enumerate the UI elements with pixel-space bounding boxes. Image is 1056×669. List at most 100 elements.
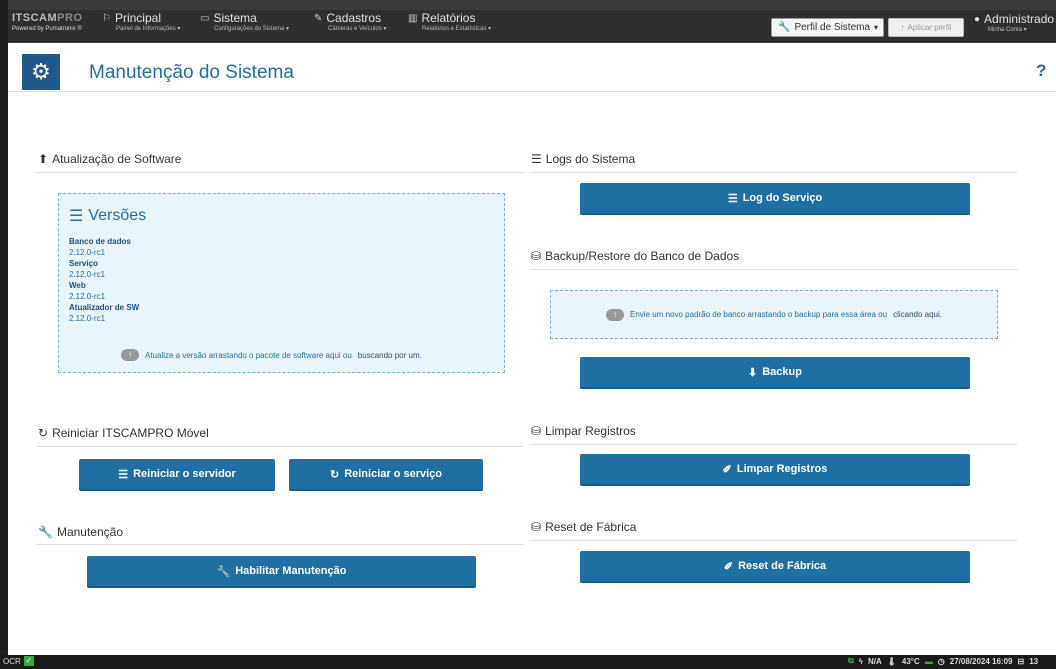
apply-profile-button[interactable]: ↑ Aplicar perfil [888, 18, 964, 37]
wrench-icon: 🔧 [38, 525, 53, 539]
enable-maintenance-label: Habilitar Manutenção [235, 565, 347, 577]
software-update-title-text: Atualização de Software [52, 152, 182, 166]
backup-title: ⛁ Backup/Restore do Banco de Dados [531, 249, 739, 263]
software-update-title: ⬆ Atualização de Software [38, 152, 181, 166]
cloud-upload-icon: ↑ [121, 349, 139, 361]
maintenance-title: 🔧 Manutenção [38, 525, 123, 539]
hdd-icon: ⊟ [1017, 656, 1025, 666]
storage-icon: ▬ [924, 656, 933, 666]
clear-records-button[interactable]: ✐ Limpar Registros [580, 454, 970, 486]
versions-list: Banco de dados 2.12.0-rc1 Serviço 2.12.0… [69, 236, 139, 324]
page-header: ⚙ Manutenção do Sistema ? [8, 43, 1056, 92]
list-icon: ☰ [727, 192, 738, 205]
maintenance-title-text: Manutenção [56, 525, 123, 539]
nav-relatorios[interactable]: ▥ Relatórios Relatórios e Estatísticas ▾ [408, 12, 491, 33]
backup-dropzone[interactable]: ↑ Envie um novo padrão de banco arrastan… [550, 290, 998, 339]
factory-reset-label: Reset de Fábrica [738, 560, 827, 572]
backup-drop-text: Envie um novo padrão de banco arrastando… [630, 310, 888, 319]
temperature: 43°C [901, 656, 920, 666]
refresh-icon: ↻ [329, 468, 340, 481]
nav-sistema[interactable]: ▭ Sistema Configurações do Sistema ▾ [200, 12, 289, 33]
clear-title: ⛁ Limpar Registros [531, 424, 636, 438]
check-icon: ✓ [23, 656, 34, 666]
nav-sistema-sub: Configurações do Sistema ▾ [214, 26, 290, 32]
restart-service-label: Reiniciar o serviço [344, 468, 443, 480]
admin-menu[interactable]: ● Administrado Minha Conta ▾ [974, 12, 1054, 33]
bar-chart-icon: ▥ [408, 13, 418, 24]
list-icon: ☰ [531, 152, 542, 166]
backup-button[interactable]: ⬇ Backup [580, 357, 970, 389]
wrench-icon: 🔧 [216, 565, 231, 578]
refresh-icon: ↻ [38, 426, 49, 440]
version-value: 2.12.0-rc1 [69, 270, 106, 279]
version-value: 2.12.0-rc1 [69, 314, 106, 323]
left-edge [0, 0, 8, 669]
user-icon: ● [974, 13, 981, 25]
arrow-up-icon: ↑ [900, 23, 905, 32]
versions-dropzone[interactable]: ☰ Versões Banco de dados 2.12.0-rc1 Serv… [58, 193, 505, 373]
nav-cadastros[interactable]: ✎ Cadastros Câmeras e Veículos ▾ [314, 12, 386, 33]
status-right: ⧉ ϟ N/A 🌡 43°C ▬ ◷ 27/08/2024 16:09 ⊟ 13 [848, 656, 1038, 666]
eraser-icon: ✐ [722, 463, 732, 476]
admin-label: Administrado [984, 12, 1055, 26]
nav-sistema-label: Sistema [213, 11, 257, 25]
enable-maintenance-button[interactable]: 🔧 Habilitar Manutenção [87, 556, 476, 588]
app-logo[interactable]: ITSCAMPRO Powered by Pumatronix ® [12, 12, 92, 40]
logs-title: ☰ Logs do Sistema [531, 152, 635, 166]
divider [36, 544, 524, 545]
divider [530, 540, 1018, 541]
profile-select[interactable]: 🔧 Perfil de Sistema ▾ [771, 18, 884, 37]
version-key: Banco de dados [69, 237, 131, 246]
flag-icon: ⚐ [102, 13, 111, 24]
apply-profile-label: Aplicar perfil [907, 23, 952, 32]
database-icon: ⛁ [531, 249, 542, 263]
upload-text: Atualize a versão arrastando o pacote de… [145, 350, 352, 360]
version-value: 2.12.0-rc1 [69, 292, 106, 301]
backup-label: Backup [762, 366, 802, 378]
service-log-button[interactable]: ☰ Log do Serviço [580, 183, 970, 215]
logs-title-text: Logs do Sistema [545, 152, 636, 166]
backup-click-link[interactable]: clicando aqui. [893, 310, 942, 319]
edit-icon: ✎ [314, 13, 323, 24]
versions-header: ☰ Versões [69, 206, 146, 226]
monitor-icon: ▭ [200, 13, 210, 24]
thermometer-icon: 🌡 [886, 656, 897, 666]
list-icon: ☰ [69, 208, 84, 225]
network-icon: ⧉ [848, 656, 854, 665]
versions-title: Versões [88, 207, 147, 224]
cloud-upload-icon: ↑ [606, 308, 624, 321]
nav-principal[interactable]: ⚐ Principal Painel de Informações ▾ [102, 12, 180, 33]
database-icon: ⛁ [531, 520, 542, 534]
help-icon[interactable]: ? [1036, 61, 1046, 81]
factory-reset-title-text: Reset de Fábrica [545, 520, 637, 534]
database-icon: ⛁ [531, 424, 542, 438]
status-tail: 13 [1029, 656, 1039, 666]
gears-icon: ⚙ [22, 54, 60, 90]
nav-principal-label: Principal [114, 11, 161, 25]
logo-text: ITSCAMPRO [12, 12, 83, 24]
clear-title-text: Limpar Registros [545, 424, 636, 438]
restart-server-button[interactable]: ☰ Reiniciar o servidor [79, 459, 275, 491]
restart-title: ↻ Reiniciar ITSCAMPRO Móvel [38, 426, 209, 440]
divider [530, 269, 1018, 270]
factory-reset-title: ⛁ Reset de Fábrica [531, 520, 636, 534]
admin-sub: Minha Conta ▾ [988, 27, 1027, 33]
datetime: 27/08/2024 16:09 [949, 656, 1013, 666]
nav-relatorios-sub: Relatórios e Estatísticas ▾ [422, 26, 492, 32]
nav-cadastros-label: Cadastros [326, 11, 382, 25]
divider [530, 444, 1018, 445]
page-title: Manutenção do Sistema [89, 62, 294, 83]
eraser-icon: ✐ [723, 560, 734, 573]
ocr-label: OCR [3, 656, 21, 666]
power-status: N/A [867, 656, 882, 666]
bolt-icon: ϟ [858, 656, 863, 666]
upload-browse-link[interactable]: buscando por um. [358, 351, 422, 360]
factory-reset-button[interactable]: ✐ Reset de Fábrica [580, 551, 970, 583]
server-icon: ☰ [118, 468, 129, 481]
profile-select-value: Perfil de Sistema [794, 22, 871, 33]
chevron-down-icon: ▾ [874, 23, 879, 32]
main-panel: ⚙ Manutenção do Sistema ? ⬆ Atualização … [8, 43, 1056, 655]
service-log-label: Log do Serviço [742, 192, 823, 204]
restart-service-button[interactable]: ↻ Reiniciar o serviço [289, 459, 483, 491]
divider [36, 172, 524, 173]
